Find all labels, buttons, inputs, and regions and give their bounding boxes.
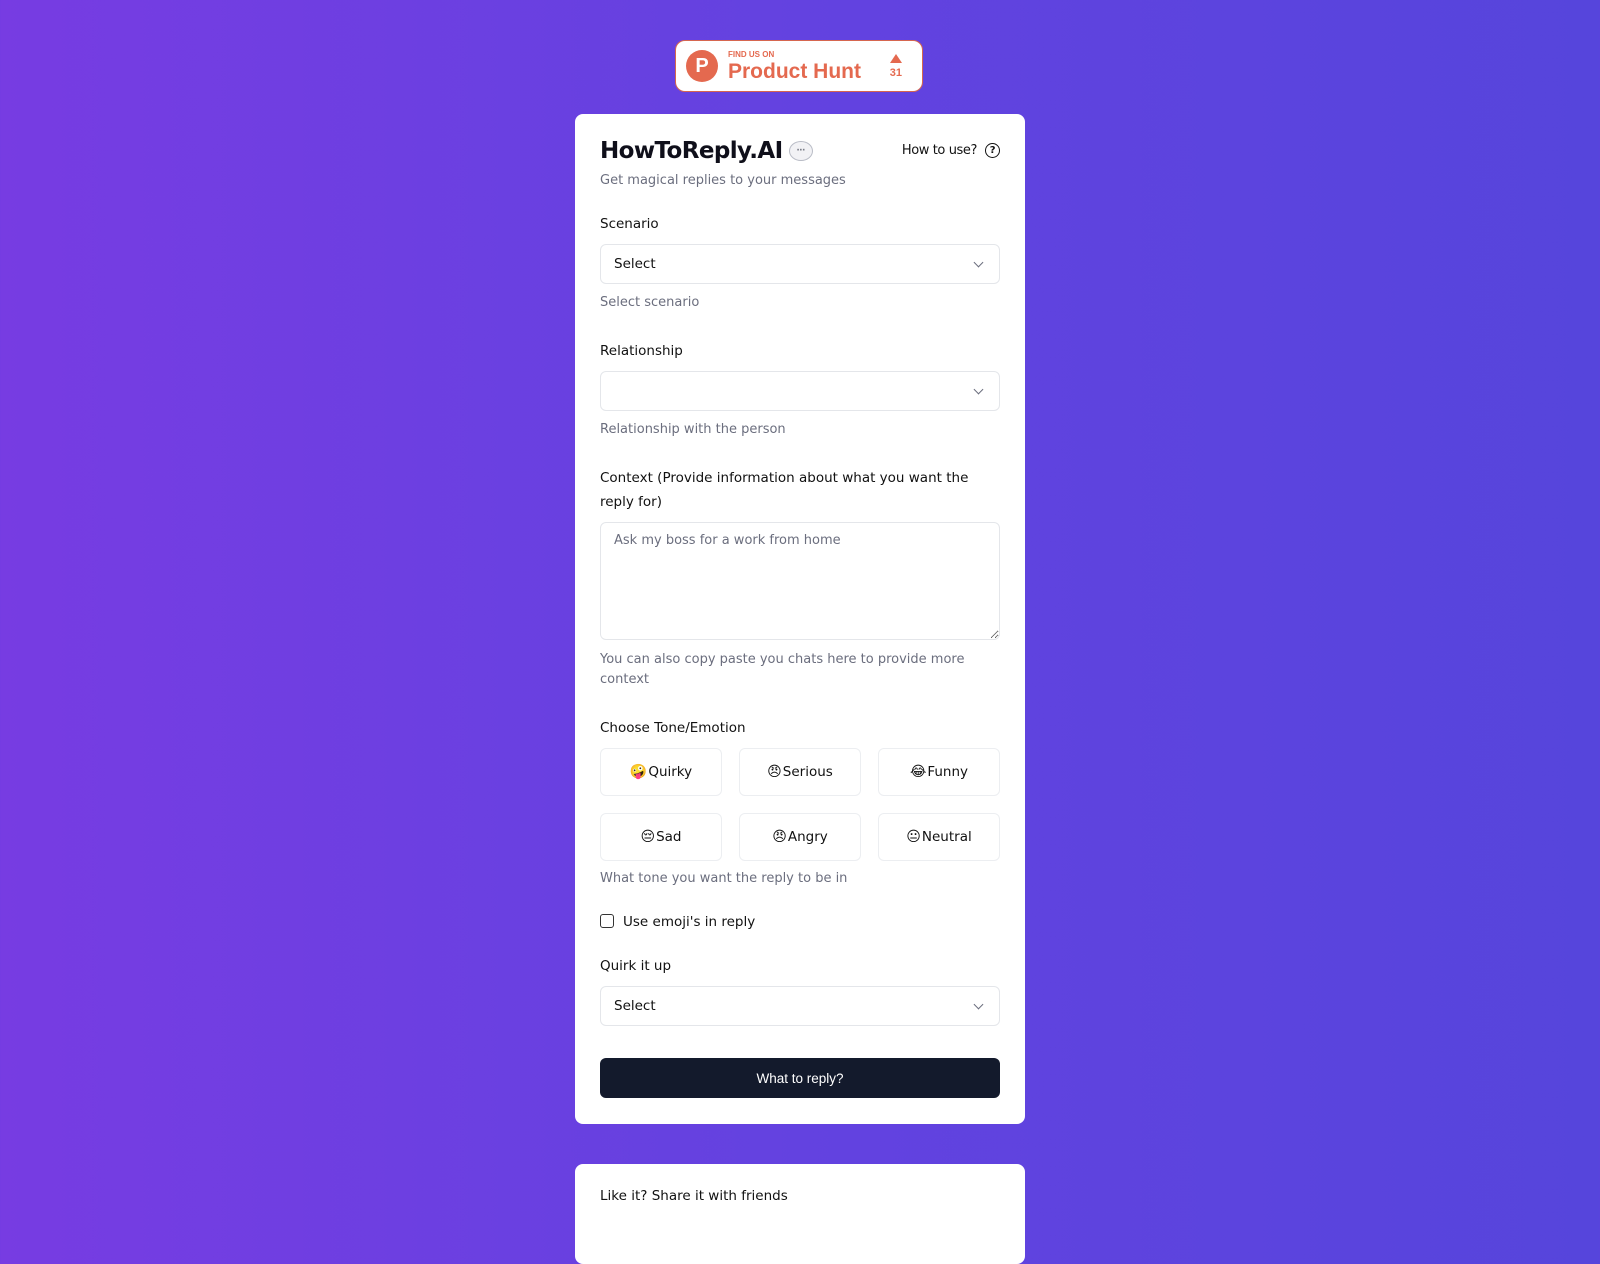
app-title: HowToReply.AI ··· xyxy=(600,138,813,164)
relationship-label: Relationship xyxy=(600,343,683,359)
tone-neutral-button[interactable]: 😐 Neutral xyxy=(878,813,1000,861)
angry-face-icon: 😠 xyxy=(772,829,787,845)
scenario-label: Scenario xyxy=(600,216,659,232)
relationship-select[interactable] xyxy=(600,371,1000,411)
tone-label: Funny xyxy=(927,764,969,780)
laughing-face-icon: 😂 xyxy=(909,764,927,780)
use-emoji-row: Use emoji's in reply xyxy=(600,911,1000,930)
product-hunt-find-text: FIND US ON xyxy=(728,49,775,59)
tone-label: Quirky xyxy=(648,764,693,780)
tone-label: Neutral xyxy=(921,829,972,845)
quirk-select[interactable]: Select xyxy=(600,986,1000,1026)
help-circle-icon[interactable]: ? xyxy=(985,143,1000,158)
chevron-down-icon xyxy=(973,999,984,1009)
context-textarea[interactable] xyxy=(600,522,1000,640)
scenario-select-value: Select xyxy=(614,256,656,272)
what-to-reply-button[interactable]: What to reply? xyxy=(600,1058,1000,1098)
app-subtitle: Get magical replies to your messages xyxy=(600,173,846,188)
tone-angry-button[interactable]: 😠 Angry xyxy=(739,813,861,861)
tone-quirky-button[interactable]: 🤪 Quirky xyxy=(600,748,722,796)
chevron-down-icon xyxy=(973,257,984,267)
context-field: Context (Provide information about what … xyxy=(600,466,1000,690)
quirk-label: Quirk it up xyxy=(600,958,672,974)
upvote-count: 31 xyxy=(889,66,902,79)
tone-serious-button[interactable]: 😠 Serious xyxy=(739,748,861,796)
scenario-select[interactable]: Select xyxy=(600,244,1000,284)
share-card: Like it? Share it with friends xyxy=(575,1164,1025,1264)
chevron-down-icon xyxy=(973,384,984,394)
reply-form-card: HowToReply.AI ··· How to use? ? Get magi… xyxy=(575,114,1025,1124)
context-hint: You can also copy paste you chats here t… xyxy=(600,652,965,687)
tone-label: Sad xyxy=(656,829,682,845)
app-title-text: HowToReply.AI xyxy=(600,138,783,164)
product-hunt-name: Product Hunt xyxy=(728,59,861,83)
tone-label: Serious xyxy=(782,764,833,780)
sad-face-icon: 😔 xyxy=(640,829,656,845)
product-hunt-logo-icon: P xyxy=(686,50,718,82)
context-label: Context (Provide information about what … xyxy=(600,470,969,510)
header: HowToReply.AI ··· How to use? ? xyxy=(600,138,1000,164)
product-hunt-votes: 31 xyxy=(889,53,902,79)
serious-face-icon: 😠 xyxy=(767,764,782,780)
tone-sad-button[interactable]: 😔 Sad xyxy=(600,813,722,861)
how-to-use-link[interactable]: How to use? ? xyxy=(902,143,1000,158)
quirk-select-value: Select xyxy=(614,998,656,1014)
scenario-hint: Select scenario xyxy=(600,295,700,310)
tone-funny-button[interactable]: 😂 Funny xyxy=(878,748,1000,796)
tone-hint: What tone you want the reply to be in xyxy=(600,871,848,886)
speech-bubble-icon: ··· xyxy=(788,141,813,161)
product-hunt-badge[interactable]: P FIND US ON Product Hunt 31 xyxy=(675,40,923,92)
tone-field: Choose Tone/Emotion 🤪 Quirky 😠 Serious 😂 Fu… xyxy=(600,716,1000,889)
zany-face-icon: 🤪 xyxy=(629,764,648,780)
share-label: Like it? Share it with friends xyxy=(600,1188,788,1204)
relationship-field: Relationship Relationship with the perso… xyxy=(600,339,1000,440)
use-emoji-label[interactable]: Use emoji's in reply xyxy=(623,914,755,930)
use-emoji-checkbox[interactable] xyxy=(600,913,614,928)
tone-options: 🤪 Quirky 😠 Serious 😂 Funny 😔 Sad 😠 Angry 😐 Neu… xyxy=(600,748,1000,861)
relationship-hint: Relationship with the person xyxy=(600,422,786,437)
quirk-field: Quirk it up Select xyxy=(600,954,1000,1026)
how-to-use-label: How to use? xyxy=(901,143,978,158)
product-hunt-text: FIND US ON Product Hunt xyxy=(728,49,861,83)
scenario-field: Scenario Select Select scenario xyxy=(600,212,1000,313)
tone-label: Angry xyxy=(787,829,828,845)
upvote-arrow-icon xyxy=(889,53,902,63)
tone-label: Choose Tone/Emotion xyxy=(600,720,746,736)
neutral-face-icon: 😐 xyxy=(906,829,921,845)
